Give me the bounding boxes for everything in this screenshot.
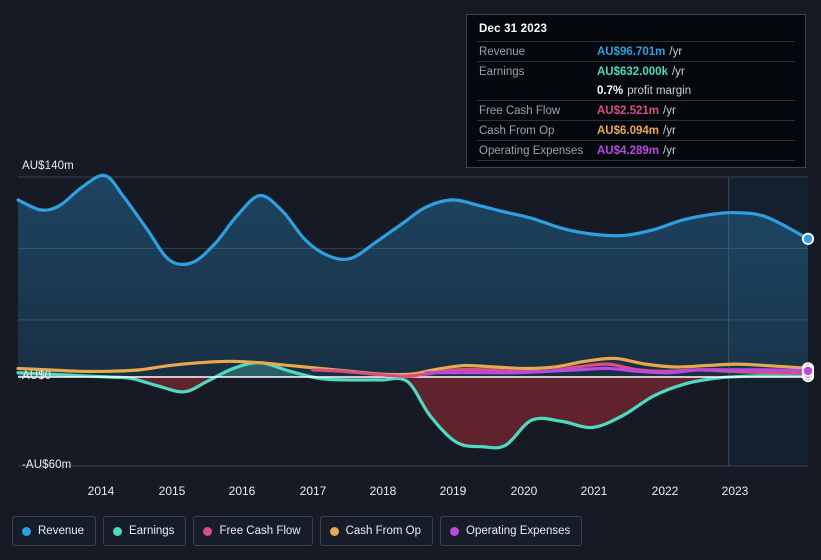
legend-item-earnings[interactable]: Earnings — [103, 516, 187, 546]
legend-item-cash-from-op[interactable]: Cash From Op — [319, 516, 434, 546]
legend-item-label: Cash From Op — [345, 525, 422, 537]
x-axis-label: 2023 — [721, 484, 749, 498]
x-axis-label: 2020 — [510, 484, 538, 498]
tooltip-row-unit: /yr — [663, 105, 676, 117]
tooltip-row-unit: /yr — [671, 66, 685, 78]
tooltip-date: Dec 31 2023 — [479, 23, 548, 35]
tooltip-row-value: AU$6.094m — [597, 125, 660, 137]
x-axis-label: 2021 — [580, 484, 608, 498]
legend-item-label: Free Cash Flow — [219, 525, 301, 537]
financial-chart: AU$140m AU$0 -AU$60m 2014 2015 2016 2017 2018 2… — [0, 0, 821, 560]
tooltip-row-label: Free Cash Flow — [479, 105, 561, 117]
tooltip-row-value: AU$2.521m — [597, 105, 660, 117]
chart-legend[interactable]: Revenue Earnings Free Cash Flow Cash From O… — [12, 516, 583, 546]
tooltip-row-value: 0.7% — [597, 85, 624, 97]
x-axis-label: 2018 — [369, 484, 397, 498]
chart-tooltip: Dec 31 2023 Revenue AU$96.701m/yr Earnings… — [466, 14, 806, 168]
y-axis-label: AU$140m — [22, 160, 74, 172]
tooltip-row: Cash From Op AU$6.094m/yr — [477, 120, 795, 140]
legend-color-dot-icon — [450, 526, 460, 536]
y-axis-label: AU$0 — [22, 370, 52, 382]
legend-item-revenue[interactable]: Revenue — [12, 516, 97, 546]
tooltip-row-unit: /yr — [669, 46, 683, 58]
tooltip-row: Free Cash Flow AU$2.521m/yr — [477, 100, 795, 120]
tooltip-row-label: Revenue — [479, 46, 526, 58]
legend-color-dot-icon — [329, 526, 339, 536]
legend-item-free-cash-flow[interactable]: Free Cash Flow — [193, 516, 313, 546]
tooltip-row-label: Operating Expenses — [479, 145, 584, 157]
tooltip-row: Operating Expenses AU$4.289m/yr — [477, 140, 795, 161]
legend-item-label: Earnings — [129, 525, 175, 537]
x-axis-label: 2016 — [228, 484, 256, 498]
legend-item-operating-expenses[interactable]: Operating Expenses — [440, 516, 583, 546]
y-axis-label: -AU$60m — [22, 459, 72, 471]
tooltip-row-label: Cash From Op — [479, 125, 555, 137]
tooltip-row-value: AU$96.701m — [597, 46, 666, 58]
tooltip-row: Revenue AU$96.701m/yr — [477, 41, 795, 61]
tooltip-rows: Revenue AU$96.701m/yr Earnings AU$632.000k /… — [477, 41, 795, 161]
x-axis-label: 2017 — [299, 484, 327, 498]
legend-item-label: Operating Expenses — [466, 525, 571, 537]
legend-item-label: Revenue — [38, 525, 85, 537]
tooltip-row-unit: /yr — [663, 145, 676, 157]
tooltip-row-unit: /yr — [663, 125, 676, 137]
tooltip-row-unit: profit margin — [627, 85, 692, 97]
tooltip-row: 0.7% profit margin — [477, 81, 795, 100]
legend-color-dot-icon — [22, 526, 31, 536]
tooltip-row-value: AU$632.000k — [597, 66, 668, 78]
tooltip-row: Earnings AU$632.000k/yr — [477, 61, 795, 81]
legend-color-dot-icon — [203, 526, 213, 536]
tooltip-row-value: AU$4.289m — [597, 145, 660, 157]
x-axis-label: 2019 — [439, 484, 467, 498]
tooltip-row-label: Earnings — [479, 66, 525, 78]
x-axis-label: 2015 — [158, 484, 186, 498]
x-axis-label: 2014 — [87, 484, 115, 498]
x-axis-label: 2022 — [651, 484, 679, 498]
legend-color-dot-icon — [113, 526, 123, 536]
